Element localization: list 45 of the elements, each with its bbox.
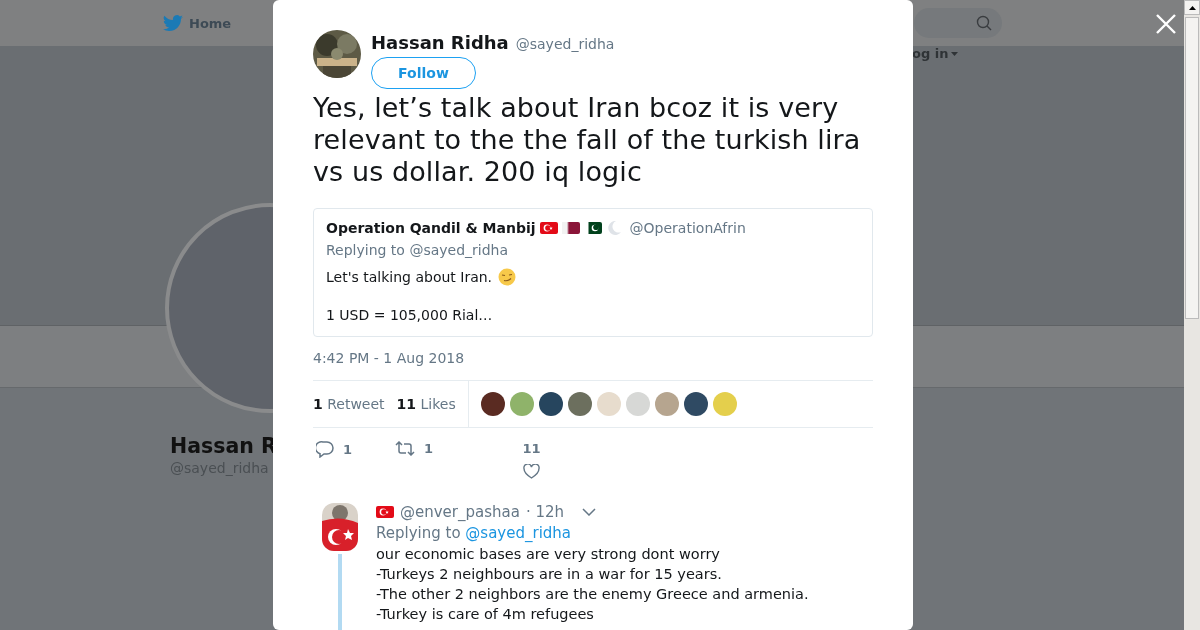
caret-icon: [951, 51, 959, 56]
follow-button[interactable]: Follow: [371, 57, 476, 89]
reply-icon[interactable]: [316, 441, 334, 458]
crescent-moon-icon: [605, 220, 622, 236]
like-button[interactable]: 11: [500, 441, 560, 479]
quoted-author-name: Operation Qandil & Manbij: [326, 220, 536, 236]
tweet-timestamp[interactable]: 4:42 PM - 1 Aug 2018: [313, 350, 873, 366]
retweet-button[interactable]: 1: [392, 441, 500, 456]
smirk-face-icon: [498, 268, 517, 286]
reply-time[interactable]: · 12h: [525, 503, 565, 521]
quoted-text-line: Let's talking about Iran.: [326, 269, 493, 285]
liker-avatar[interactable]: [683, 392, 708, 416]
reply-button[interactable]: 1: [313, 441, 392, 458]
search-field[interactable]: [914, 8, 1002, 38]
retweet-icon[interactable]: [395, 441, 415, 456]
replying-to-text: Replying to @sayed_ridha: [326, 242, 510, 258]
reply-text: our economic bases are very strong dont worry -Turkeys 2 neighbours are in a war for 15 years. -The other 2 neighbors are the enemy Greece and armenia. -Turkey is care of 4m refugees: [376, 545, 809, 624]
heart-icon[interactable]: [523, 464, 540, 479]
reply-author-handle[interactable]: @enver_pashaa: [400, 503, 520, 521]
search-icon[interactable]: [976, 15, 992, 31]
bird-icon: [163, 14, 183, 32]
quoted-tweet-card[interactable]: Operation Qandil & Manbij @OperationAfrin Replying to @sayed_ridha Let's talking about Iran. 1 USD = 105,000 Rial…: [313, 208, 873, 337]
flag-icon: [583, 222, 602, 234]
chevron-down-icon[interactable]: [582, 508, 597, 516]
quoted-author-handle: @OperationAfrin: [629, 220, 746, 236]
author-name[interactable]: Hassan Ridha: [371, 32, 509, 53]
author-avatar[interactable]: [313, 30, 361, 78]
scrollbar[interactable]: [1184, 0, 1200, 630]
flag-icon: [561, 222, 580, 234]
liker-avatar[interactable]: [480, 392, 505, 416]
replying-to-text: Replying to @sayed_ridha: [376, 524, 573, 542]
quoted-text-line: 1 USD = 105,000 Rial…: [326, 307, 493, 323]
flag-icon: [539, 222, 558, 234]
flag-icon: [376, 506, 394, 518]
like-count[interactable]: 11 Likes: [396, 396, 456, 412]
close-icon[interactable]: [1155, 13, 1177, 35]
login-menu[interactable]: og in: [912, 46, 959, 61]
liker-avatar[interactable]: [567, 392, 592, 416]
liker-avatar[interactable]: [538, 392, 563, 416]
mention-link[interactable]: @sayed_ridha: [465, 524, 572, 542]
author-handle[interactable]: @sayed_ridha: [515, 36, 615, 52]
tweet-text: Yes, let’s talk about Iran bcoz it is very relevant to the the fall of the turkish lira vs us dollar. 200 iq logic: [313, 92, 862, 188]
reply-avatar[interactable]: [322, 503, 358, 551]
retweet-count[interactable]: 1 Retweet: [313, 396, 385, 412]
scroll-up-arrow-icon[interactable]: [1188, 5, 1196, 10]
